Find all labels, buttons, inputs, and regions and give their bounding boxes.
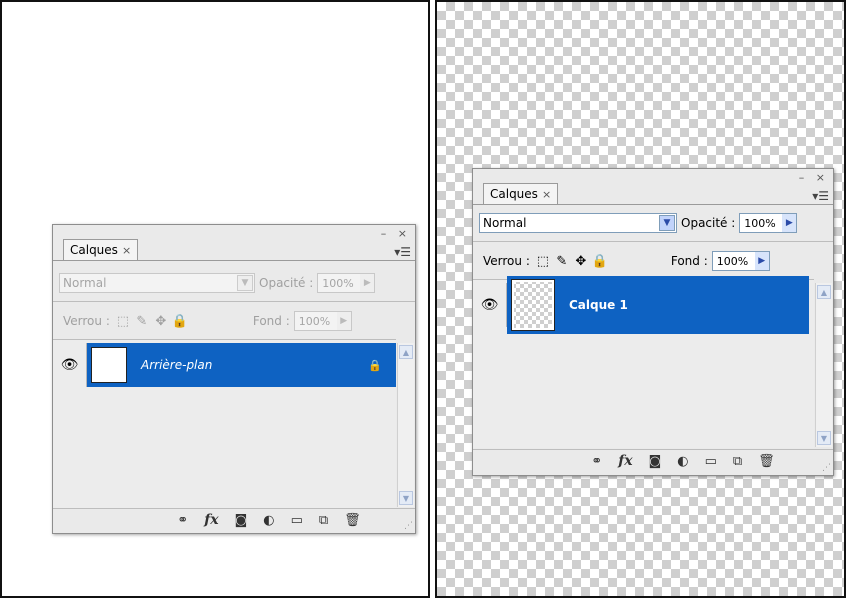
layers-panel-right: – × ▾☰ Calques × Normal ▼ Opacité : 100%… xyxy=(472,168,834,476)
spin-arrow-icon[interactable]: ▶ xyxy=(360,274,375,292)
lock-label: Verrou : xyxy=(483,254,530,268)
new-layer-icon[interactable]: ⧉ xyxy=(319,513,328,528)
layer-row-arriere-plan[interactable]: 👁 Arrière-plan 🔒 xyxy=(53,343,396,387)
tab-label: Calques xyxy=(490,187,538,201)
comparison-divider xyxy=(428,0,437,598)
fill-label: Fond : xyxy=(252,314,290,328)
tab-divider xyxy=(473,204,833,205)
lock-move-icon[interactable]: ✥ xyxy=(154,314,168,329)
scroll-down-icon[interactable]: ▼ xyxy=(399,491,413,505)
opacity-label: Opacité : xyxy=(259,276,314,290)
new-group-icon[interactable]: ▭ xyxy=(705,454,717,469)
window-controls[interactable]: – × xyxy=(799,171,829,184)
eye-icon: 👁 xyxy=(480,297,499,313)
scroll-up-icon[interactable]: ▲ xyxy=(817,285,831,299)
tab-calques[interactable]: Calques × xyxy=(483,183,559,204)
add-mask-icon[interactable]: ◙ xyxy=(235,513,248,528)
layers-scrollbar[interactable]: ▲ ▼ xyxy=(815,283,832,447)
lock-transparency-icon[interactable]: ⬚ xyxy=(536,254,550,269)
lock-paint-icon[interactable]: ✎ xyxy=(555,254,569,269)
dropdown-arrow-icon: ▼ xyxy=(659,215,675,231)
fill-value: 100% xyxy=(298,314,331,328)
blend-mode-value: Normal xyxy=(63,276,107,290)
blend-row: Normal ▼ Opacité : 100% ▶ xyxy=(479,213,833,233)
fill-value: 100% xyxy=(716,254,749,268)
adjustment-layer-icon[interactable]: ◐ xyxy=(677,454,688,469)
opacity-field[interactable]: 100% ▶ xyxy=(317,273,376,293)
dropdown-arrow-icon: ▼ xyxy=(237,275,253,291)
layer-lock-icon: 🔒 xyxy=(368,358,382,372)
resize-grip[interactable]: ⋰ xyxy=(404,521,413,531)
new-group-icon[interactable]: ▭ xyxy=(291,513,303,528)
blend-mode-select[interactable]: Normal ▼ xyxy=(479,213,677,233)
spin-arrow-icon[interactable]: ▶ xyxy=(782,214,797,232)
tab-calques[interactable]: Calques × xyxy=(63,239,139,260)
add-mask-icon[interactable]: ◙ xyxy=(649,454,662,469)
lock-paint-icon[interactable]: ✎ xyxy=(135,314,149,329)
fx-icon[interactable]: fx xyxy=(204,512,218,528)
panel-footer: ⚭ fx ◙ ◐ ▭ ⧉ 🗑 xyxy=(53,508,415,531)
layers-scrollbar[interactable]: ▲ ▼ xyxy=(397,343,414,507)
lock-label: Verrou : xyxy=(63,314,110,328)
window-controls[interactable]: – × xyxy=(381,227,411,240)
lock-all-icon[interactable]: 🔒 xyxy=(592,254,608,269)
panel-menu-icon[interactable]: ▾☰ xyxy=(394,245,411,259)
trash-icon[interactable]: 🗑 xyxy=(758,454,775,469)
separator xyxy=(53,301,415,302)
visibility-toggle[interactable]: 👁 xyxy=(53,343,87,387)
fx-icon[interactable]: fx xyxy=(618,453,632,469)
visibility-toggle[interactable]: 👁 xyxy=(473,283,507,327)
tab-close-icon[interactable]: × xyxy=(542,188,551,201)
scroll-up-icon[interactable]: ▲ xyxy=(399,345,413,359)
panel-footer: ⚭ fx ◙ ◐ ▭ ⧉ 🗑 xyxy=(473,449,833,472)
spin-arrow-icon[interactable]: ▶ xyxy=(336,312,351,330)
lock-icons: ⬚ ✎ ✥ 🔒 xyxy=(536,254,608,269)
layer-row-calque-1[interactable]: 👁 Calque 1 xyxy=(473,276,809,334)
trash-icon[interactable]: 🗑 xyxy=(344,513,361,528)
layer-selected[interactable]: Arrière-plan 🔒 xyxy=(87,343,396,387)
link-layers-icon[interactable]: ⚭ xyxy=(591,454,602,469)
blend-mode-select[interactable]: Normal ▼ xyxy=(59,273,255,293)
new-layer-icon[interactable]: ⧉ xyxy=(733,454,742,469)
fill-field[interactable]: 100% ▶ xyxy=(711,251,770,271)
layer-name: Arrière-plan xyxy=(141,358,213,372)
layer-thumbnail xyxy=(511,279,555,331)
lock-move-icon[interactable]: ✥ xyxy=(574,254,588,269)
separator xyxy=(473,241,833,242)
lock-row: Verrou : ⬚ ✎ ✥ 🔒 Fond : 100% ▶ xyxy=(479,251,833,271)
opacity-value: 100% xyxy=(744,216,776,230)
opacity-label: Opacité : xyxy=(681,216,736,230)
blend-row: Normal ▼ Opacité : 100% ▶ xyxy=(59,273,415,293)
lock-all-icon[interactable]: 🔒 xyxy=(172,314,188,329)
opacity-value: 100% xyxy=(322,276,354,290)
resize-grip[interactable]: ⋰ xyxy=(822,463,831,473)
layer-thumbnail xyxy=(91,347,127,383)
adjustment-layer-icon[interactable]: ◐ xyxy=(263,513,274,528)
tab-label: Calques xyxy=(70,243,118,257)
fill-field[interactable]: 100% ▶ xyxy=(293,311,352,331)
tab-divider xyxy=(53,260,415,261)
link-layers-icon[interactable]: ⚭ xyxy=(177,513,188,528)
layers-panel-left: – × ▾☰ Calques × Normal ▼ Opacité : 100%… xyxy=(52,224,416,534)
opacity-field[interactable]: 100% ▶ xyxy=(739,213,798,233)
fill-label: Fond : xyxy=(670,254,708,268)
panel-menu-icon[interactable]: ▾☰ xyxy=(812,189,829,203)
eye-icon: 👁 xyxy=(60,357,79,373)
spin-arrow-icon[interactable]: ▶ xyxy=(754,252,769,270)
lock-transparency-icon[interactable]: ⬚ xyxy=(116,314,130,329)
lock-row: Verrou : ⬚ ✎ ✥ 🔒 Fond : 100% ▶ xyxy=(59,311,415,331)
layer-selected[interactable]: Calque 1 xyxy=(507,276,809,334)
scroll-down-icon[interactable]: ▼ xyxy=(817,431,831,445)
lock-icons: ⬚ ✎ ✥ 🔒 xyxy=(116,314,188,329)
blend-mode-value: Normal xyxy=(483,216,527,230)
layer-name: Calque 1 xyxy=(569,298,628,312)
tab-close-icon[interactable]: × xyxy=(122,244,131,257)
